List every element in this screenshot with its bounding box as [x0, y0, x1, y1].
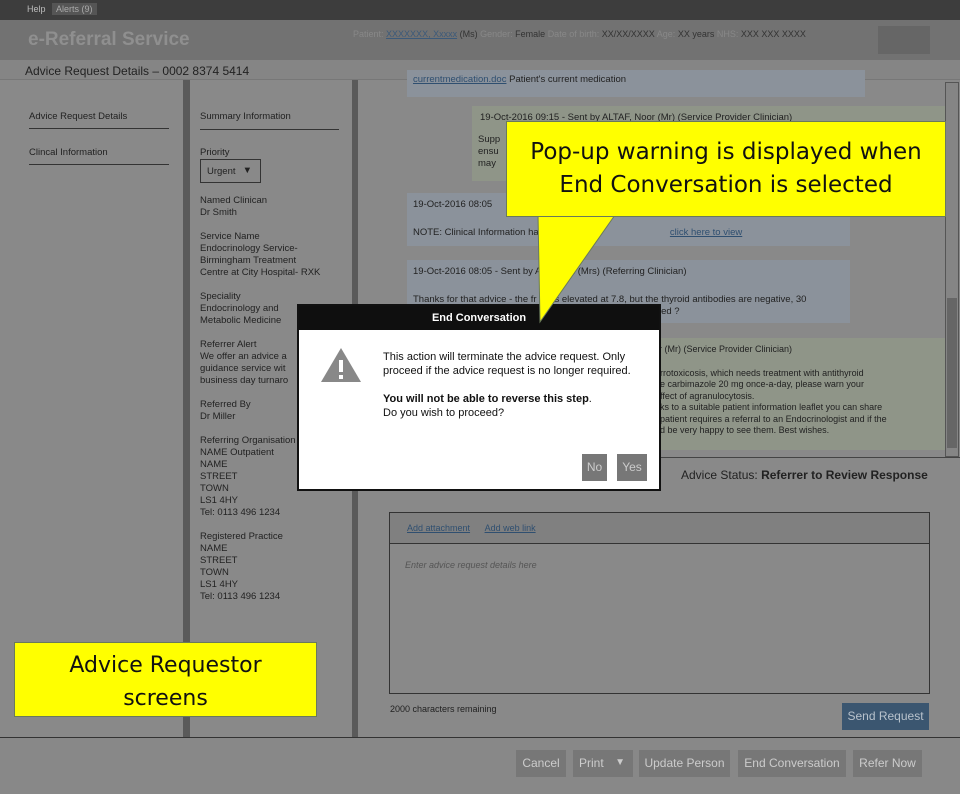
help-link[interactable]: Help: [27, 4, 46, 14]
header-logo-box: [878, 26, 930, 54]
print-label: Print: [579, 756, 604, 770]
patient-name-link[interactable]: XXXXXXX, Xxxxx: [386, 29, 457, 39]
field-value: Centre at City Hospital- RXK: [200, 267, 321, 278]
age-label: Age:: [656, 29, 676, 39]
priority-select[interactable]: Urgent ▼: [200, 159, 261, 183]
print-button[interactable]: Print ▼: [573, 750, 633, 777]
message-line: ffect of agranulocytosis.: [660, 390, 755, 401]
scrollbar[interactable]: [945, 82, 959, 457]
field-label: Speciality: [200, 291, 241, 302]
composer: Add attachment Add web link Enter advice…: [389, 512, 930, 694]
patient-banner: Patient: XXXXXXX, Xxxxx (Ms) Gender: Fem…: [353, 29, 806, 39]
priority-label: Priority: [200, 147, 230, 158]
dob-label: Date of birth:: [547, 29, 600, 39]
field-value: LS1 4HY: [200, 579, 239, 590]
message-line: e carbimazole 20 mg once-a-day, please w…: [660, 379, 864, 389]
status-value: Referrer to Review Response: [761, 468, 928, 482]
page-title: Advice Request Details – 0002 8374 5414: [25, 64, 250, 78]
alerts-button[interactable]: Alerts (9): [52, 3, 97, 15]
summary-field: Service Name Endocrinology Service- Birmin…: [200, 231, 350, 279]
gender: Female: [515, 29, 546, 39]
add-attachment-link[interactable]: Add attachment: [407, 523, 470, 533]
attachment-link[interactable]: currentmedication.doc: [413, 74, 506, 85]
send-request-button[interactable]: Send Request: [842, 703, 929, 730]
end-conversation-dialog: End Conversation This action will termin…: [297, 304, 661, 491]
field-label: Registered Practice: [200, 531, 283, 542]
callout-pointer: [537, 214, 616, 324]
dialog-warning: You will not be able to reverse this ste…: [383, 393, 589, 405]
field-value: TOWN: [200, 567, 229, 578]
message-line: ks to a suitable patient information lea…: [660, 402, 883, 412]
top-bar: Help Alerts (9): [0, 0, 960, 20]
patient-title: (Ms): [459, 29, 478, 39]
field-value: Endocrinology Service-: [200, 243, 298, 254]
no-button[interactable]: No: [582, 454, 607, 481]
priority-value: Urgent: [207, 166, 236, 177]
divider: [183, 80, 190, 737]
message-line: patient requires a referral to an Endocr…: [660, 413, 887, 424]
age: XX years: [677, 29, 715, 39]
dialog-question: Do you wish to proceed?: [383, 407, 505, 419]
chevron-down-icon: ▼: [615, 757, 625, 768]
message-header: or (Mr) (Service Provider Clinician): [654, 344, 793, 354]
field-value: Birmingham Treatment: [200, 255, 297, 266]
annotation-box: Advice Requestor screens: [14, 642, 317, 717]
field-value: Tel: 0113 496 1234: [200, 591, 281, 602]
attachment-desc: Patient's current medication: [509, 74, 627, 85]
scrollbar-thumb[interactable]: [947, 298, 957, 448]
nav-advice-request-details[interactable]: Advice Request Details: [29, 111, 169, 129]
cancel-button[interactable]: Cancel: [516, 750, 566, 777]
annotation-callout: Pop-up warning is displayed when End Con…: [506, 121, 946, 217]
dialog-body: This action will terminate the advice re…: [383, 350, 643, 420]
field-value: Tel: 0113 496 1234: [200, 507, 281, 518]
dob: XX/XX/XXXX: [601, 29, 655, 39]
app-title: e-Referral Service: [28, 29, 190, 50]
field-label: Service Name: [200, 231, 260, 242]
placeholder: Enter advice request details here: [405, 560, 537, 570]
gender-label: Gender:: [480, 29, 513, 39]
patient-label: Patient:: [353, 29, 384, 39]
message-attachment: currentmedication.doc Patient's current …: [407, 70, 865, 97]
nhs-number: XXX XXX XXXX: [740, 29, 806, 39]
field-label: Named Clinican: [200, 195, 268, 206]
field-value: STREET: [200, 555, 238, 566]
dialog-message: This action will terminate the advice re…: [383, 351, 631, 377]
warning-icon: [321, 348, 361, 382]
advice-status: Advice Status: Referrer to Review Respon…: [681, 468, 928, 482]
message-line: d be very happy to see them. Best wishes…: [660, 425, 830, 435]
add-web-link[interactable]: Add web link: [485, 523, 536, 533]
nav-clinical-information[interactable]: Clincal Information: [29, 147, 169, 165]
message-provider-2: or (Mr) (Service Provider Clinician) rro…: [642, 338, 945, 450]
yes-button[interactable]: Yes: [617, 454, 647, 481]
summary-field: Registered Practice NAME STREET TOWN LS1 4HY…: [200, 531, 350, 603]
status-label: Advice Status:: [681, 468, 758, 482]
advice-details-textarea[interactable]: Enter advice request details here: [390, 544, 929, 693]
chars-remaining: 2000 characters remaining: [390, 704, 497, 714]
update-person-button[interactable]: Update Person: [639, 750, 730, 777]
chevron-down-icon: ▼: [242, 165, 252, 176]
end-conversation-button[interactable]: End Conversation: [738, 750, 846, 777]
dialog-punct: .: [588, 393, 592, 405]
summary-title: Summary Information: [200, 111, 339, 130]
field-value: Dr Smith: [200, 207, 237, 218]
message-line: rrotoxicosis, which needs treatment with…: [660, 367, 864, 378]
header: e-Referral Service Patient: XXXXXXX, Xxx…: [0, 20, 960, 60]
field-value: LS1 4HY: [200, 495, 239, 506]
nhs-label: NHS:: [716, 29, 739, 39]
summary-field: Named Clinican Dr Smith: [200, 195, 350, 219]
refer-now-button[interactable]: Refer Now: [853, 750, 922, 777]
field-value: NAME: [200, 543, 228, 554]
